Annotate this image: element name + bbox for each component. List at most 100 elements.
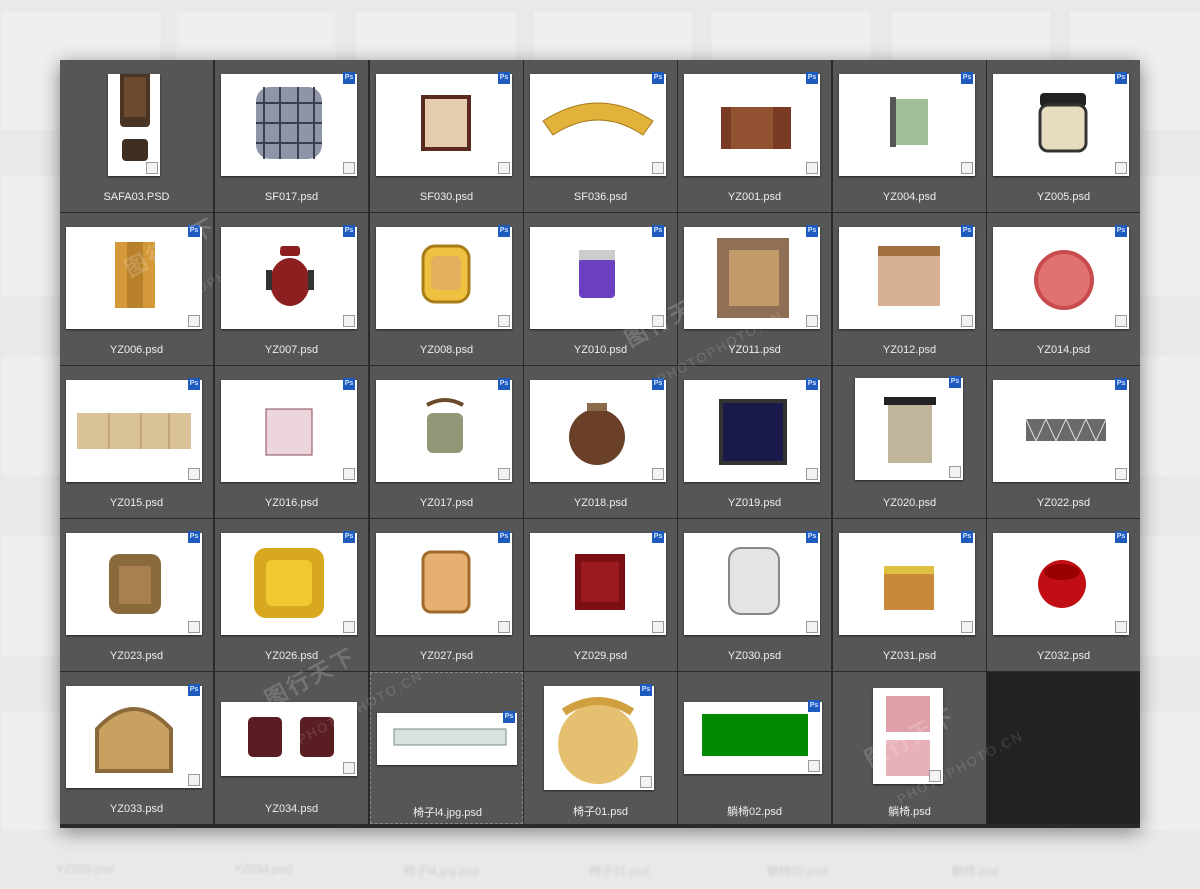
select-checkbox[interactable]	[343, 762, 355, 774]
file-preview-image[interactable]	[839, 533, 975, 635]
file-thumbnail-cell[interactable]: Ps SF036.psd	[524, 60, 677, 212]
file-preview-image[interactable]	[221, 533, 357, 635]
file-preview-image[interactable]	[684, 702, 822, 774]
select-checkbox[interactable]	[343, 621, 355, 633]
file-preview-image[interactable]	[376, 533, 512, 635]
file-thumbnail-cell[interactable]: Ps SF017.psd	[215, 60, 368, 212]
file-preview-image[interactable]	[108, 74, 160, 176]
file-thumbnail-cell[interactable]: Ps YZ012.psd	[833, 213, 986, 365]
file-thumbnail-cell[interactable]: Ps YZ026.psd	[215, 519, 368, 671]
file-preview-image[interactable]	[993, 227, 1129, 329]
file-thumbnail-cell[interactable]: Ps YZ015.psd	[60, 366, 213, 518]
file-thumbnail-cell[interactable]: YZ034.psd	[215, 672, 368, 824]
file-thumbnail-cell[interactable]: 躺椅.psd	[833, 672, 986, 824]
select-checkbox[interactable]	[343, 468, 355, 480]
select-checkbox[interactable]	[188, 621, 200, 633]
file-thumbnail-cell[interactable]: Ps YZ018.psd	[524, 366, 677, 518]
select-checkbox[interactable]	[808, 760, 820, 772]
file-preview-image[interactable]	[66, 227, 202, 329]
select-checkbox[interactable]	[146, 162, 158, 174]
file-thumbnail-cell[interactable]: Ps YZ008.psd	[370, 213, 523, 365]
file-preview-image[interactable]	[530, 74, 666, 176]
file-preview-image[interactable]	[376, 74, 512, 176]
select-checkbox[interactable]	[640, 776, 652, 788]
file-preview-image[interactable]	[684, 74, 820, 176]
file-thumbnail-cell[interactable]: Ps 椅子l4.jpg.psd	[370, 672, 523, 824]
select-checkbox[interactable]	[806, 621, 818, 633]
select-checkbox[interactable]	[806, 315, 818, 327]
select-checkbox[interactable]	[498, 162, 510, 174]
file-thumbnail-cell[interactable]: Ps YZ023.psd	[60, 519, 213, 671]
select-checkbox[interactable]	[343, 315, 355, 327]
select-checkbox[interactable]	[961, 162, 973, 174]
file-thumbnail-cell[interactable]: Ps YZ006.psd	[60, 213, 213, 365]
file-thumbnail-cell[interactable]: Ps YZ031.psd	[833, 519, 986, 671]
file-thumbnail-cell[interactable]: Ps YZ007.psd	[215, 213, 368, 365]
select-checkbox[interactable]	[652, 468, 664, 480]
file-thumbnail-cell[interactable]: Ps YZ020.psd	[833, 366, 986, 518]
file-thumbnail-cell[interactable]: Ps YZ030.psd	[678, 519, 831, 671]
select-checkbox[interactable]	[652, 162, 664, 174]
file-preview-image[interactable]	[221, 702, 357, 776]
file-thumbnail-cell[interactable]: Ps YZ004.psd	[833, 60, 986, 212]
file-preview-image[interactable]	[376, 227, 512, 329]
select-checkbox[interactable]	[652, 621, 664, 633]
file-thumbnail-cell[interactable]: Ps YZ022.psd	[987, 366, 1140, 518]
file-preview-image[interactable]	[855, 378, 963, 480]
select-checkbox[interactable]	[188, 315, 200, 327]
file-thumbnail-cell[interactable]: SAFA03.PSD	[60, 60, 213, 212]
select-checkbox[interactable]	[929, 770, 941, 782]
file-thumbnail-cell[interactable]: Ps YZ027.psd	[370, 519, 523, 671]
file-thumbnail-cell[interactable]: Ps 椅子01.psd	[524, 672, 677, 824]
file-thumbnail-cell[interactable]: Ps YZ010.psd	[524, 213, 677, 365]
select-checkbox[interactable]	[1115, 315, 1127, 327]
file-preview-image[interactable]	[530, 533, 666, 635]
file-preview-image[interactable]	[376, 380, 512, 482]
file-preview-image[interactable]	[993, 74, 1129, 176]
select-checkbox[interactable]	[1115, 468, 1127, 480]
select-checkbox[interactable]	[949, 466, 961, 478]
file-thumbnail-cell[interactable]: Ps YZ016.psd	[215, 366, 368, 518]
select-checkbox[interactable]	[652, 315, 664, 327]
select-checkbox[interactable]	[1115, 162, 1127, 174]
file-preview-image[interactable]	[684, 227, 820, 329]
file-preview-image[interactable]	[993, 533, 1129, 635]
select-checkbox[interactable]	[498, 468, 510, 480]
file-preview-image[interactable]	[839, 227, 975, 329]
select-checkbox[interactable]	[343, 162, 355, 174]
select-checkbox[interactable]	[498, 315, 510, 327]
file-preview-image[interactable]	[530, 380, 666, 482]
select-checkbox[interactable]	[188, 468, 200, 480]
file-thumbnail-cell[interactable]: Ps SF030.psd	[370, 60, 523, 212]
file-preview-image[interactable]	[684, 380, 820, 482]
file-preview-image[interactable]	[530, 227, 666, 329]
select-checkbox[interactable]	[961, 621, 973, 633]
select-checkbox[interactable]	[961, 315, 973, 327]
file-thumbnail-cell[interactable]: Ps YZ005.psd	[987, 60, 1140, 212]
file-thumbnail-cell[interactable]: Ps YZ029.psd	[524, 519, 677, 671]
file-preview-image[interactable]	[377, 713, 517, 765]
file-preview-image[interactable]	[221, 74, 357, 176]
select-checkbox[interactable]	[188, 774, 200, 786]
select-checkbox[interactable]	[806, 468, 818, 480]
file-preview-image[interactable]	[66, 380, 202, 482]
file-preview-image[interactable]	[66, 686, 202, 788]
file-preview-image[interactable]	[684, 533, 820, 635]
file-thumbnail-cell[interactable]: Ps 躺椅02.psd	[678, 672, 831, 824]
file-preview-image[interactable]	[544, 686, 654, 790]
select-checkbox[interactable]	[806, 162, 818, 174]
select-checkbox[interactable]	[1115, 621, 1127, 633]
file-thumbnail-cell[interactable]: Ps YZ019.psd	[678, 366, 831, 518]
file-thumbnail-cell[interactable]: Ps YZ017.psd	[370, 366, 523, 518]
file-thumbnail-cell[interactable]: Ps YZ011.psd	[678, 213, 831, 365]
file-preview-image[interactable]	[221, 380, 357, 482]
file-thumbnail-cell[interactable]: Ps YZ032.psd	[987, 519, 1140, 671]
file-preview-image[interactable]	[221, 227, 357, 329]
file-thumbnail-cell[interactable]: Ps YZ014.psd	[987, 213, 1140, 365]
file-preview-image[interactable]	[66, 533, 202, 635]
file-thumbnail-cell[interactable]: Ps YZ033.psd	[60, 672, 213, 824]
select-checkbox[interactable]	[498, 621, 510, 633]
file-preview-image[interactable]	[993, 380, 1129, 482]
file-preview-image[interactable]	[839, 74, 975, 176]
file-thumbnail-cell[interactable]: Ps YZ001.psd	[678, 60, 831, 212]
